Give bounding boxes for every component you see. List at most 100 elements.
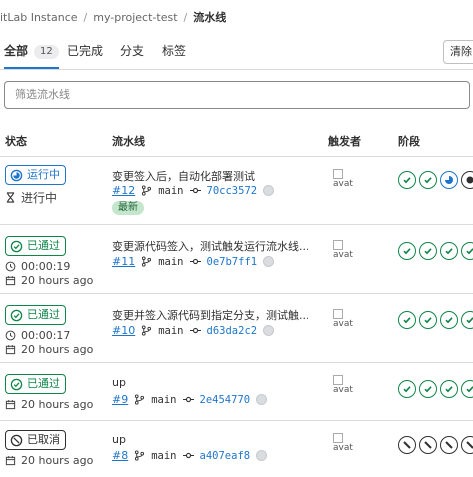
status-label: 运行中	[27, 168, 60, 181]
stage-success-icon[interactable]	[440, 311, 458, 329]
stage-list	[398, 311, 473, 329]
commit-author-avatar[interactable]	[263, 325, 275, 336]
branch-icon	[142, 256, 152, 267]
finished-meta: 20 hours ago	[5, 454, 93, 467]
tab-tags[interactable]: 标签	[162, 34, 186, 69]
status-badge[interactable]: 已取消	[5, 430, 66, 450]
status-success-icon	[10, 378, 23, 390]
broken-image-icon	[333, 169, 343, 179]
avatar[interactable]: avat	[333, 433, 357, 457]
pipeline-id-link[interactable]: #9	[112, 393, 128, 406]
branch-icon	[142, 325, 152, 336]
commit-sha-link[interactable]: a407eaf8	[200, 450, 251, 462]
stage-success-icon[interactable]	[419, 311, 437, 329]
avatar-alt: avat	[333, 443, 353, 453]
stage-success-icon[interactable]	[440, 380, 458, 398]
avatar[interactable]: avat	[333, 309, 357, 333]
table-row: 已通过 20 hours ago up #9 main 2e454770 ava…	[0, 363, 473, 421]
stage-canceled-icon[interactable]	[398, 436, 416, 454]
filter-pipelines-input[interactable]: 筛选流水线	[4, 81, 470, 109]
stage-success-icon[interactable]	[398, 171, 416, 189]
stage-success-icon[interactable]	[461, 242, 473, 260]
clock-icon	[5, 330, 16, 341]
stage-canceled-icon[interactable]	[419, 436, 437, 454]
branch-name[interactable]: main	[158, 256, 183, 268]
calendar-icon	[5, 400, 16, 410]
status-success-icon	[10, 240, 23, 252]
duration-meta: 00:00:17	[5, 329, 70, 342]
commit-sha-link[interactable]: d63da2c2	[207, 325, 258, 337]
finished-meta: 20 hours ago	[5, 343, 93, 356]
commit-author-avatar[interactable]	[263, 256, 275, 267]
status-badge[interactable]: 已通过	[5, 305, 66, 325]
duration-meta: 00:00:19	[5, 260, 70, 273]
breadcrumb-group[interactable]: itLab Instance	[0, 11, 78, 24]
stage-success-icon[interactable]	[398, 380, 416, 398]
branch-name[interactable]: main	[151, 450, 176, 462]
avatar[interactable]: avat	[333, 375, 357, 399]
stage-list	[398, 436, 473, 454]
branch-icon	[135, 450, 145, 461]
hourglass-icon	[6, 192, 15, 203]
commit-icon	[189, 327, 201, 334]
branch-name[interactable]: main	[151, 394, 176, 406]
commit-sha-link[interactable]: 70cc3572	[207, 185, 258, 197]
status-running-icon	[10, 169, 23, 181]
commit-sha-link[interactable]: 2e454770	[200, 394, 251, 406]
stage-canceled-icon[interactable]	[440, 436, 458, 454]
tab-finished[interactable]: 已完成	[67, 34, 103, 69]
commit-author-avatar[interactable]	[263, 185, 275, 196]
table-row: 运行中 进行中 变更签入后，自动化部署测试 #12 main 70cc3572 …	[0, 157, 473, 225]
pipeline-id-link[interactable]: #8	[112, 449, 128, 462]
branch-name[interactable]: main	[158, 185, 183, 197]
stage-success-icon[interactable]	[419, 242, 437, 260]
broken-image-icon	[333, 375, 343, 385]
breadcrumb-project[interactable]: my-project-test	[93, 11, 177, 24]
branch-icon	[142, 185, 152, 196]
header-triggerer: 触发者	[328, 135, 361, 148]
pipeline-title[interactable]: 变更并签入源代码到指定分支，测试触...	[112, 307, 308, 323]
status-canceled-icon	[10, 434, 23, 446]
pipeline-info: #10 main d63da2c2	[112, 324, 275, 337]
branch-name[interactable]: main	[158, 325, 183, 337]
clear-caches-button[interactable]: 清除	[443, 40, 473, 64]
stage-success-icon[interactable]	[398, 242, 416, 260]
tab-branches[interactable]: 分支	[120, 34, 144, 69]
pipeline-id-link[interactable]: #11	[112, 255, 135, 268]
commit-author-avatar[interactable]	[256, 394, 268, 405]
stage-running-icon[interactable]	[440, 171, 458, 189]
pipeline-id-link[interactable]: #10	[112, 324, 135, 337]
status-label: 已取消	[27, 433, 60, 446]
stage-success-icon[interactable]	[398, 311, 416, 329]
pipeline-title[interactable]: 变更签入后，自动化部署测试	[112, 168, 308, 184]
breadcrumb-separator: /	[83, 10, 88, 24]
pipeline-tabs: 全部 12 已完成 分支 标签 清除	[0, 34, 473, 70]
commit-sha-link[interactable]: 0e7b7ff1	[207, 256, 258, 268]
status-badge[interactable]: 已通过	[5, 374, 66, 394]
breadcrumb-current: 流水线	[193, 11, 227, 24]
commit-author-avatar[interactable]	[256, 450, 268, 461]
stage-canceled-icon[interactable]	[461, 436, 473, 454]
pipeline-title[interactable]: 变更源代码签入，测试触发运行流水线...	[112, 238, 308, 254]
pipeline-info: #11 main 0e7b7ff1	[112, 255, 275, 268]
status-success-icon	[10, 309, 23, 321]
avatar-alt: avat	[333, 385, 353, 395]
avatar[interactable]: avat	[333, 240, 357, 264]
stage-success-icon[interactable]	[419, 380, 437, 398]
pipeline-id-link[interactable]: #12	[112, 184, 135, 197]
stage-success-icon[interactable]	[419, 171, 437, 189]
stage-success-icon[interactable]	[461, 311, 473, 329]
tab-all-label: 全部	[4, 44, 29, 58]
avatar[interactable]: avat	[333, 169, 357, 193]
stage-list	[398, 242, 473, 260]
pipeline-title[interactable]: up	[112, 433, 308, 446]
latest-badge: 最新	[112, 201, 144, 215]
header-status: 状态	[5, 135, 27, 148]
tab-all[interactable]: 全部 12	[4, 34, 59, 69]
pipeline-title[interactable]: up	[112, 376, 308, 389]
stage-pending-icon[interactable]	[461, 171, 473, 189]
status-badge[interactable]: 已通过	[5, 236, 66, 256]
status-badge[interactable]: 运行中	[5, 165, 66, 185]
stage-success-icon[interactable]	[440, 242, 458, 260]
stage-success-icon[interactable]	[461, 380, 473, 398]
